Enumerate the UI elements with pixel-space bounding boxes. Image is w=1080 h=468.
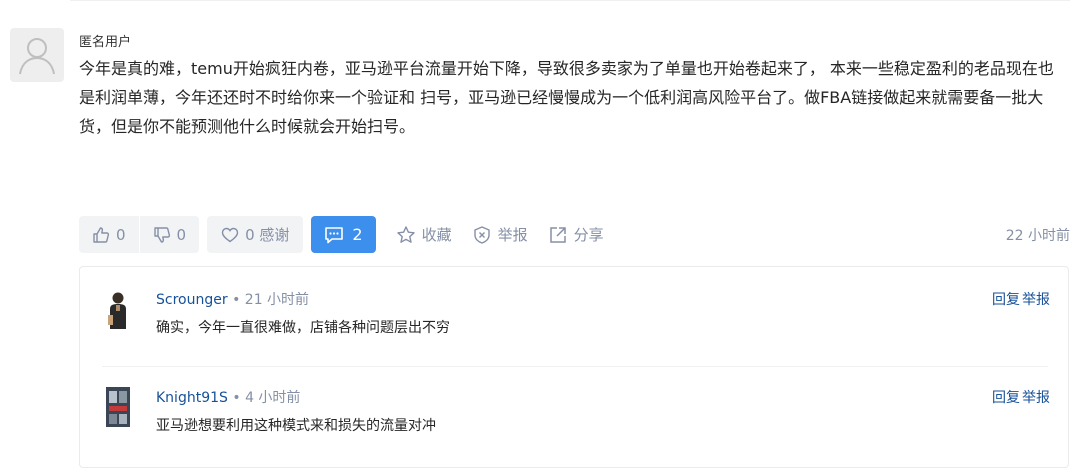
anonymous-avatar[interactable]: [10, 28, 64, 82]
reply-header: Knight91S • 4 小时前: [156, 387, 300, 407]
reply-actions: 回复 举报: [986, 387, 1050, 407]
star-icon: [396, 225, 415, 243]
post-action-bar: 0 0 0 感谢 2 收藏 举报 分享: [79, 216, 604, 253]
reply-author[interactable]: Scrounger: [156, 292, 228, 308]
reply-header: Scrounger • 21 小时前: [156, 289, 309, 309]
share-icon: [549, 226, 566, 243]
favorite-label: 收藏: [421, 226, 452, 244]
top-divider: [70, 0, 1070, 1]
downvote-count: 0: [176, 225, 187, 244]
thumb-up-icon: [93, 226, 110, 243]
upvote-button[interactable]: 0: [79, 216, 139, 253]
post-username[interactable]: 匿名用户: [79, 31, 131, 50]
comment-count: 2: [352, 225, 363, 244]
reply-text: 亚马逊想要利用这种模式来和损失的流量对冲: [156, 418, 436, 434]
report-label: 举报: [497, 226, 528, 244]
reply-report-button[interactable]: 举报: [1022, 292, 1050, 308]
upvote-count: 0: [116, 225, 126, 244]
reply-author[interactable]: Knight91S: [156, 390, 228, 406]
favorite-button[interactable]: 收藏: [396, 224, 452, 245]
reply-text: 确实，今年一直很难做，店铺各种问题层出不穷: [156, 320, 450, 336]
comment-icon: [325, 226, 344, 243]
vote-group: 0 0: [79, 216, 200, 253]
report-button[interactable]: 举报: [472, 224, 528, 245]
reply-time: 21 小时前: [244, 292, 310, 308]
heart-icon: [221, 227, 239, 242]
thanks-label: 0 感谢: [245, 226, 290, 244]
post-content: 今年是真的难，temu开始疯狂内卷，亚马逊平台流量开始下降，导致很多卖家为了单量…: [79, 59, 1054, 136]
comments-panel: Scrounger • 21 小时前 确实，今年一直很难做，店铺各种问题层出不穷…: [79, 266, 1069, 468]
thumb-down-icon: [153, 226, 170, 243]
downvote-button[interactable]: 0: [140, 216, 200, 253]
reply-separator: •: [232, 390, 241, 406]
reply-button[interactable]: 回复: [992, 292, 1020, 308]
reply-button[interactable]: 回复: [992, 390, 1020, 406]
post-time: 22 小时前: [1005, 228, 1070, 244]
share-button[interactable]: 分享: [548, 224, 604, 245]
shield-flag-icon: [473, 225, 490, 244]
comment-toggle-button[interactable]: 2: [311, 216, 376, 253]
reply-avatar[interactable]: [102, 289, 134, 329]
reply-time: 4 小时前: [245, 390, 301, 406]
share-label: 分享: [573, 226, 604, 244]
reply-report-button[interactable]: 举报: [1022, 390, 1050, 406]
user-silhouette-icon: [19, 38, 55, 75]
reply-divider: [102, 366, 1048, 367]
thanks-button[interactable]: 0 感谢: [207, 216, 304, 253]
reply-separator: •: [232, 292, 241, 308]
reply-actions: 回复 举报: [986, 289, 1050, 309]
reply-avatar[interactable]: [102, 387, 134, 427]
